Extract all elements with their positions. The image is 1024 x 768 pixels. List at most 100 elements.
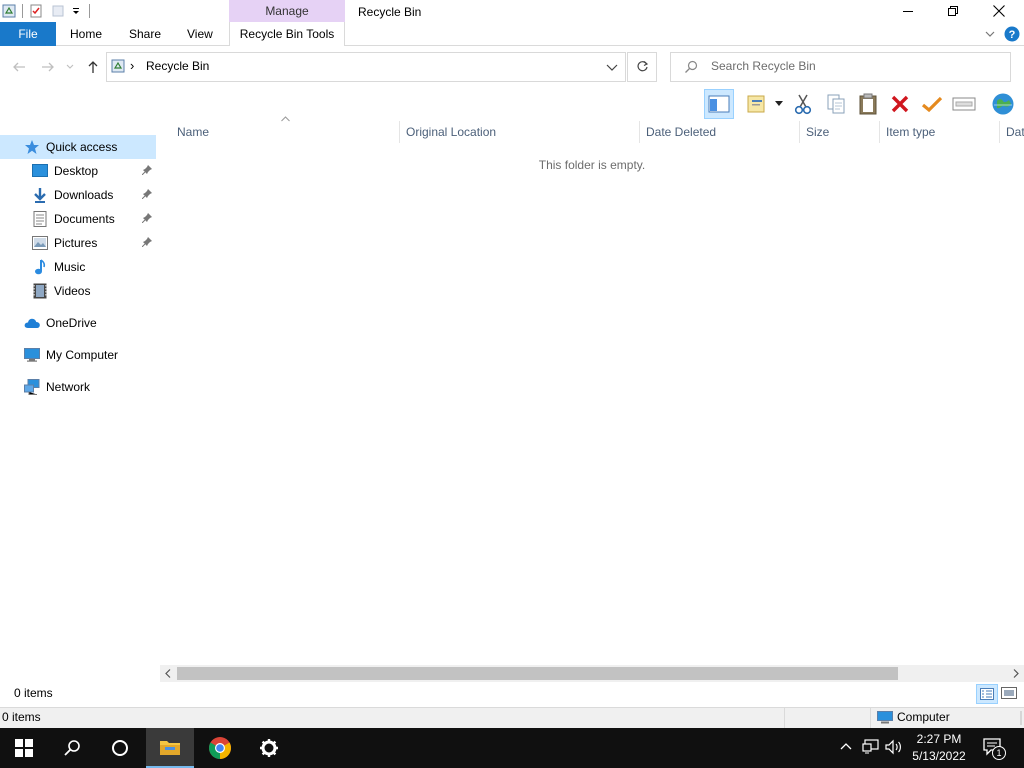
- column-header-size[interactable]: Size: [800, 121, 879, 143]
- pin-icon[interactable]: [142, 237, 152, 247]
- file-explorer-taskbar-icon[interactable]: [146, 728, 194, 768]
- large-icons-view-button[interactable]: [1001, 686, 1017, 700]
- bottom-item-count: 0 items: [2, 710, 41, 724]
- horizontal-scroll-thumb[interactable]: [177, 667, 898, 680]
- status-divider: [870, 708, 871, 728]
- nav-item-label: Pictures: [54, 236, 98, 250]
- resize-grip-icon[interactable]: [1015, 710, 1023, 726]
- recent-locations-chevron-icon[interactable]: [66, 63, 74, 71]
- address-dropdown-chevron-icon[interactable]: [606, 62, 618, 72]
- quick-access-toolbar: [0, 0, 94, 22]
- onedrive-cloud-icon: [24, 315, 40, 331]
- copy-icon[interactable]: [821, 89, 851, 119]
- paste-icon[interactable]: [853, 89, 883, 119]
- recycle-bin-location-icon: [111, 59, 125, 73]
- documents-icon: [32, 211, 48, 227]
- pin-icon[interactable]: [142, 165, 152, 175]
- column-header-date-deleted[interactable]: Date Deleted: [640, 121, 799, 143]
- tab-view[interactable]: View: [187, 22, 213, 46]
- properties-icon[interactable]: [27, 0, 45, 22]
- show-hidden-icons-chevron-icon[interactable]: [840, 741, 852, 751]
- nav-item-label: Videos: [54, 284, 91, 298]
- tab-recycle-bin-tools[interactable]: Recycle Bin Tools: [229, 22, 345, 46]
- select-all-icon[interactable]: [949, 89, 979, 119]
- nav-item-label: Desktop: [54, 164, 99, 178]
- nav-item-label: My Computer: [46, 348, 119, 362]
- nav-item-onedrive[interactable]: OneDrive: [0, 312, 156, 334]
- downloads-arrow-icon: [32, 187, 48, 203]
- network-tray-icon[interactable]: [862, 739, 880, 755]
- pin-icon[interactable]: [142, 189, 152, 199]
- empty-folder-message: This folder is empty.: [538, 158, 646, 172]
- nav-item-label: Network: [46, 380, 91, 394]
- globe-icon[interactable]: [988, 89, 1018, 119]
- search-taskbar-icon[interactable]: [48, 728, 96, 768]
- nav-item-my-computer[interactable]: My Computer: [0, 344, 156, 366]
- item-count-status: 0 items: [14, 686, 53, 700]
- pictures-icon: [32, 235, 48, 251]
- settings-gear-icon[interactable]: [245, 728, 293, 768]
- preview-pane-button[interactable]: [704, 89, 734, 119]
- nav-item-documents[interactable]: Documents: [0, 208, 156, 230]
- music-note-icon: [32, 259, 48, 275]
- window-title: Recycle Bin: [358, 5, 422, 19]
- nav-item-label: Documents: [54, 212, 115, 226]
- breadcrumb-separator[interactable]: ›: [130, 58, 134, 73]
- network-icon: [24, 379, 40, 395]
- nav-item-pictures[interactable]: Pictures: [0, 232, 156, 254]
- up-arrow-icon[interactable]: [85, 59, 101, 75]
- delete-icon[interactable]: [885, 89, 915, 119]
- tab-share[interactable]: Share: [129, 22, 161, 46]
- search-input-placeholder[interactable]: Search Recycle Bin: [711, 59, 816, 73]
- nav-item-network[interactable]: Network: [0, 376, 156, 398]
- pin-icon[interactable]: [142, 213, 152, 223]
- manage-contextual-tab-group: Manage: [229, 0, 345, 22]
- column-header-name[interactable]: Name: [171, 121, 399, 143]
- expand-ribbon-chevron-icon[interactable]: [984, 28, 996, 40]
- zone-label: Computer: [897, 710, 950, 724]
- chrome-icon[interactable]: [196, 728, 244, 768]
- rename-checkmark-icon[interactable]: [917, 89, 947, 119]
- close-button[interactable]: [976, 0, 1022, 22]
- forward-arrow-icon[interactable]: [40, 59, 56, 75]
- properties-dropdown-chevron-icon[interactable]: [775, 101, 783, 107]
- nav-item-music[interactable]: Music: [0, 256, 156, 278]
- help-icon[interactable]: ?: [1004, 26, 1020, 42]
- refresh-icon: [636, 60, 649, 73]
- star-icon: [24, 139, 40, 155]
- details-view-button[interactable]: [976, 684, 998, 704]
- tab-file[interactable]: File: [0, 22, 56, 46]
- breadcrumb-recycle-bin[interactable]: Recycle Bin: [146, 59, 209, 73]
- restore-button[interactable]: [930, 0, 976, 22]
- scroll-right-arrow-icon[interactable]: [1012, 669, 1020, 678]
- start-windows-icon[interactable]: [0, 728, 48, 768]
- scroll-left-arrow-icon[interactable]: [164, 669, 172, 678]
- nav-quick-access[interactable]: Quick access: [0, 135, 156, 159]
- navigation-pane: Quick access Desktop Downloads Documents…: [0, 120, 160, 666]
- new-folder-icon[interactable]: [49, 0, 67, 22]
- back-arrow-icon[interactable]: [11, 59, 27, 75]
- recycle-bin-app-icon[interactable]: [0, 0, 18, 22]
- volume-icon[interactable]: [885, 739, 903, 755]
- tab-home[interactable]: Home: [70, 22, 102, 46]
- status-divider: [784, 708, 785, 728]
- clock-date: 5/13/2022: [912, 749, 966, 763]
- cortana-circle-icon[interactable]: [96, 728, 144, 768]
- nav-item-label: Music: [54, 260, 86, 274]
- desktop-icon: [32, 163, 48, 179]
- column-header-date[interactable]: Dat: [1000, 121, 1024, 143]
- minimize-button[interactable]: [885, 0, 931, 22]
- computer-icon: [24, 347, 40, 363]
- nav-item-desktop[interactable]: Desktop: [0, 160, 156, 182]
- customize-qat-dropdown-icon[interactable]: [67, 0, 85, 22]
- cut-icon[interactable]: [788, 89, 818, 119]
- clock[interactable]: 2:27 PM 5/13/2022: [904, 731, 974, 765]
- notification-count-badge: 1: [992, 746, 1006, 760]
- nav-item-label: OneDrive: [46, 316, 97, 330]
- nav-quick-access-label: Quick access: [46, 140, 118, 154]
- column-header-item-type[interactable]: Item type: [880, 121, 999, 143]
- properties-toolbar-icon[interactable]: [742, 89, 772, 119]
- nav-item-downloads[interactable]: Downloads: [0, 184, 156, 206]
- nav-item-videos[interactable]: Videos: [0, 280, 156, 302]
- column-header-original-location[interactable]: Original Location: [400, 121, 639, 143]
